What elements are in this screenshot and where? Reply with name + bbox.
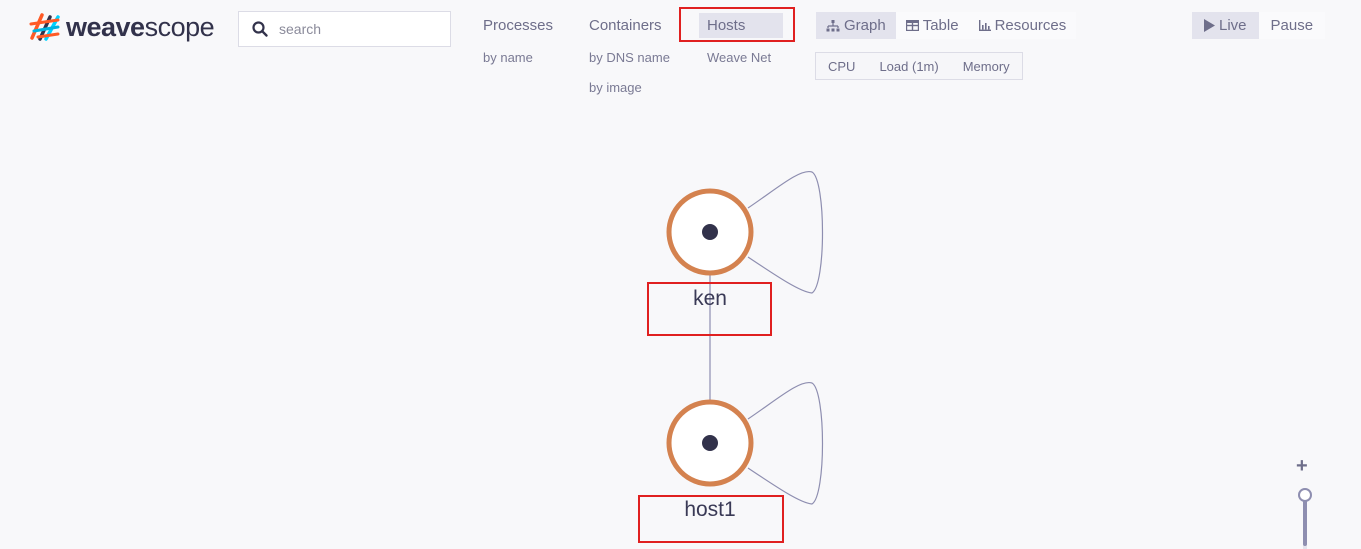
zoom-slider-handle[interactable] — [1298, 488, 1312, 502]
node-ken-label[interactable]: ken — [640, 287, 780, 311]
edge-host1-self[interactable] — [747, 381, 824, 505]
node-ken-center — [702, 224, 718, 240]
node-host1-label[interactable]: host1 — [640, 498, 780, 522]
node-ken[interactable] — [666, 188, 754, 276]
zoom-slider[interactable] — [1294, 482, 1316, 549]
edge-ken-self[interactable] — [747, 170, 824, 294]
node-host1-center — [702, 435, 718, 451]
zoom-in-button[interactable]: + — [1296, 455, 1308, 478]
topology-graph — [666, 170, 824, 505]
node-host1[interactable] — [666, 399, 754, 487]
